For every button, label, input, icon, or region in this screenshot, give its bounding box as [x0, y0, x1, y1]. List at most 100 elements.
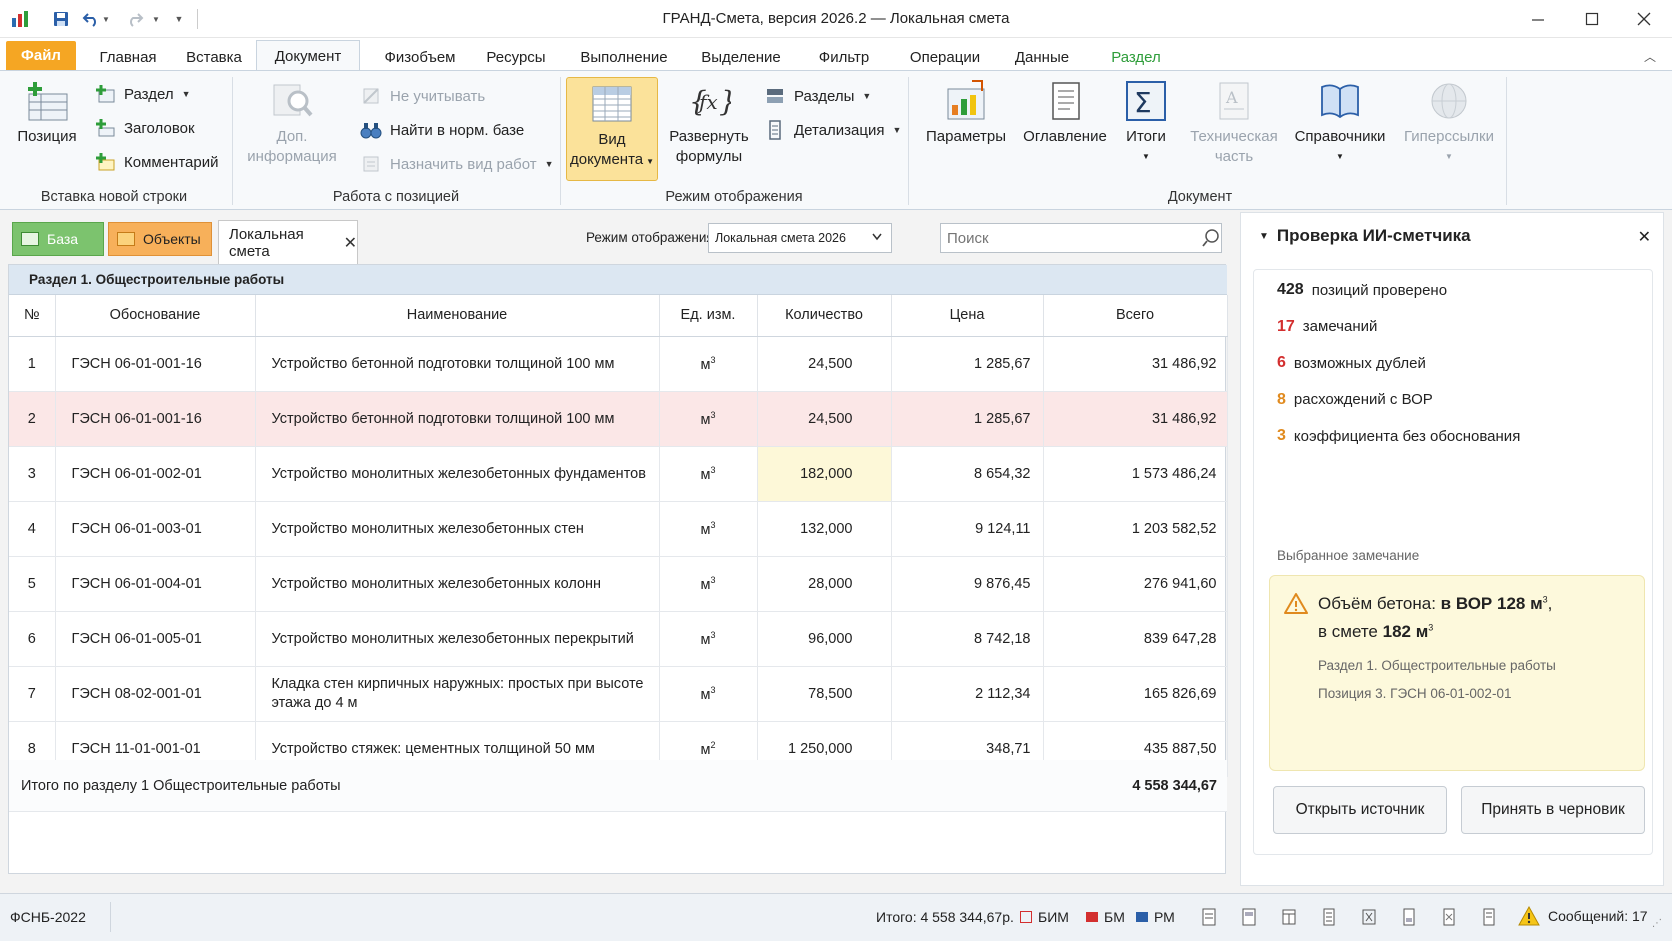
row-qty[interactable]: 24,500 — [757, 336, 892, 392]
row-total[interactable]: 165 826,69 — [1043, 666, 1228, 722]
view-mode-select[interactable]: Локальная смета 2026 — [708, 223, 892, 253]
sections-button[interactable]: Разделы ▼ — [764, 83, 871, 109]
ai-panel-header[interactable]: ▼ Проверка ИИ-сметчика ✕ — [1241, 213, 1665, 259]
header-col-name[interactable]: Наименование — [255, 295, 660, 337]
expand-view-icon[interactable] — [1358, 906, 1380, 928]
selected-issue-card[interactable]: Объём бетона: в ВОР 128 м3, в смете 182 … — [1269, 575, 1645, 771]
tab-objects[interactable]: Объекты — [108, 222, 212, 256]
tab-section[interactable]: Раздел — [1100, 44, 1172, 70]
row-unit[interactable]: м3 — [659, 666, 758, 722]
doc-view-3-icon[interactable] — [1278, 906, 1300, 928]
row-price[interactable]: 8 654,32 — [891, 446, 1044, 502]
table-row[interactable]: 1 ГЭСН 06-01-001-16 Устройство бетонной по… — [9, 336, 1228, 392]
header-col-unit[interactable]: Ед. изм. — [659, 295, 758, 337]
tab-resources[interactable]: Ресурсы — [480, 44, 552, 70]
tab-home[interactable]: Главная — [90, 44, 166, 70]
ai-stat-item[interactable]: 8 расхождений с ВОР — [1277, 391, 1433, 409]
row-name[interactable]: Устройство монолитных железобетонных пер… — [255, 611, 660, 667]
row-number[interactable]: 5 — [9, 556, 56, 612]
row-price[interactable]: 2 112,34 — [891, 666, 1044, 722]
status-rm[interactable]: РМ — [1136, 909, 1175, 925]
status-bim[interactable]: БИМ — [1020, 909, 1069, 925]
table-row[interactable]: 7 ГЭСН 08-02-001-01 Кладка стен кирпичных … — [9, 666, 1228, 722]
row-code[interactable]: ГЭСН 06-01-005-01 — [55, 611, 256, 667]
doc-view-2-icon[interactable] — [1238, 906, 1260, 928]
section-total-row[interactable]: Итого по разделу 1 Общестроительные рабо… — [9, 760, 1227, 812]
header-col-code[interactable]: Обоснование — [55, 295, 256, 337]
row-total[interactable]: 31 486,92 — [1043, 391, 1228, 447]
tab-execution[interactable]: Выполнение — [574, 44, 674, 70]
header-col-qty[interactable]: Количество — [757, 295, 892, 337]
row-unit[interactable]: м3 — [659, 446, 758, 502]
extra-info-button[interactable]: Доп. информация — [242, 79, 342, 167]
row-code[interactable]: ГЭСН 06-01-003-01 — [55, 501, 256, 557]
parameters-button[interactable]: Параметры — [920, 79, 1012, 147]
toc-button[interactable]: Оглавление — [1020, 79, 1110, 147]
ai-stat-item[interactable]: 3 коэффициента без обоснования — [1277, 427, 1520, 445]
table-row[interactable]: 2 ГЭСН 06-01-001-16 Устройство бетонной по… — [9, 391, 1228, 447]
resize-grip-icon[interactable]: ⋰ — [1652, 918, 1662, 929]
row-number[interactable]: 3 — [9, 446, 56, 502]
document-view-button[interactable]: Вид документа ▼ — [566, 77, 658, 181]
row-number[interactable]: 1 — [9, 336, 56, 392]
row-price[interactable]: 8 742,18 — [891, 611, 1044, 667]
references-button[interactable]: Справочники ▼ — [1290, 79, 1390, 167]
tab-selection[interactable]: Выделение — [690, 44, 792, 70]
hyperlinks-button[interactable]: Гиперссылки ▼ — [1396, 79, 1502, 167]
table-row[interactable]: 5 ГЭСН 06-01-004-01 Устройство монолитных … — [9, 556, 1228, 612]
row-name[interactable]: Устройство бетонной подготовки толщиной … — [255, 391, 660, 447]
row-unit[interactable]: м3 — [659, 336, 758, 392]
row-qty[interactable]: 132,000 — [757, 501, 892, 557]
status-bm[interactable]: БМ — [1086, 909, 1125, 925]
tab-insert[interactable]: Вставка — [180, 44, 248, 70]
collapse-triangle-icon[interactable]: ▼ — [1259, 231, 1269, 242]
row-price[interactable]: 9 124,11 — [891, 501, 1044, 557]
ai-stat-item[interactable]: 17 замечаний — [1277, 318, 1377, 336]
tab-operations[interactable]: Операции — [900, 44, 990, 70]
close-tab-icon[interactable]: ✕ — [344, 233, 357, 253]
ai-stat-item[interactable]: 428 позиций проверено — [1277, 281, 1447, 299]
row-code[interactable]: ГЭСН 08-02-001-01 — [55, 666, 256, 722]
expand-formulas-button[interactable]: {fx} Развернуть формулы — [664, 79, 754, 167]
row-total[interactable]: 839 647,28 — [1043, 611, 1228, 667]
search-icon[interactable] — [1202, 229, 1220, 247]
header-col-total[interactable]: Всего — [1043, 295, 1228, 337]
row-code[interactable]: ГЭСН 06-01-004-01 — [55, 556, 256, 612]
row-code[interactable]: ГЭСН 06-01-001-16 — [55, 391, 256, 447]
row-qty[interactable]: 78,500 — [757, 666, 892, 722]
row-unit[interactable]: м3 — [659, 501, 758, 557]
close-panel-icon[interactable]: ✕ — [1638, 227, 1651, 247]
row-total[interactable]: 1 203 582,52 — [1043, 501, 1228, 557]
doc-view-4-icon[interactable] — [1318, 906, 1340, 928]
status-base[interactable]: ФСНБ-2022 — [10, 909, 86, 925]
row-qty[interactable]: 96,000 — [757, 611, 892, 667]
row-qty[interactable]: 24,500 — [757, 391, 892, 447]
status-messages[interactable]: Сообщений: 17 — [1518, 906, 1648, 926]
doc-view-1-icon[interactable] — [1198, 906, 1220, 928]
row-price[interactable]: 1 285,67 — [891, 336, 1044, 392]
doc-view-5-icon[interactable] — [1398, 906, 1420, 928]
maximize-icon[interactable] — [1564, 0, 1620, 38]
section-header[interactable]: Раздел 1. Общестроительные работы — [9, 265, 1227, 295]
row-qty[interactable]: 28,000 — [757, 556, 892, 612]
table-row[interactable]: 3 ГЭСН 06-01-002-01 Устройство монолитных … — [9, 446, 1228, 502]
search-input[interactable] — [940, 223, 1222, 253]
table-row[interactable]: 4 ГЭСН 06-01-003-01 Устройство монолитных … — [9, 501, 1228, 557]
open-source-button[interactable]: Открыть источник — [1273, 786, 1447, 834]
row-unit[interactable]: м3 — [659, 611, 758, 667]
tab-file[interactable]: Файл — [6, 41, 76, 70]
comment-button[interactable]: Комментарий — [94, 149, 218, 175]
row-name[interactable]: Устройство монолитных железобетонных кол… — [255, 556, 660, 612]
position-button[interactable]: Позиция — [10, 79, 84, 147]
ignore-button[interactable]: Не учитывать — [360, 83, 485, 109]
find-in-base-button[interactable]: Найти в норм. базе — [360, 117, 524, 143]
row-total[interactable]: 276 941,60 — [1043, 556, 1228, 612]
heading-button[interactable]: Заголовок — [94, 115, 195, 141]
row-total[interactable]: 1 573 486,24 — [1043, 446, 1228, 502]
technical-part-button[interactable]: A Техническая часть — [1184, 79, 1284, 167]
row-qty[interactable]: 182,000 — [757, 446, 892, 502]
row-name[interactable]: Устройство монолитных железобетонных фун… — [255, 446, 660, 502]
doc-view-7-icon[interactable] — [1478, 906, 1500, 928]
tab-physical-volume[interactable]: Физобъем — [372, 44, 468, 70]
row-price[interactable]: 1 285,67 — [891, 391, 1044, 447]
